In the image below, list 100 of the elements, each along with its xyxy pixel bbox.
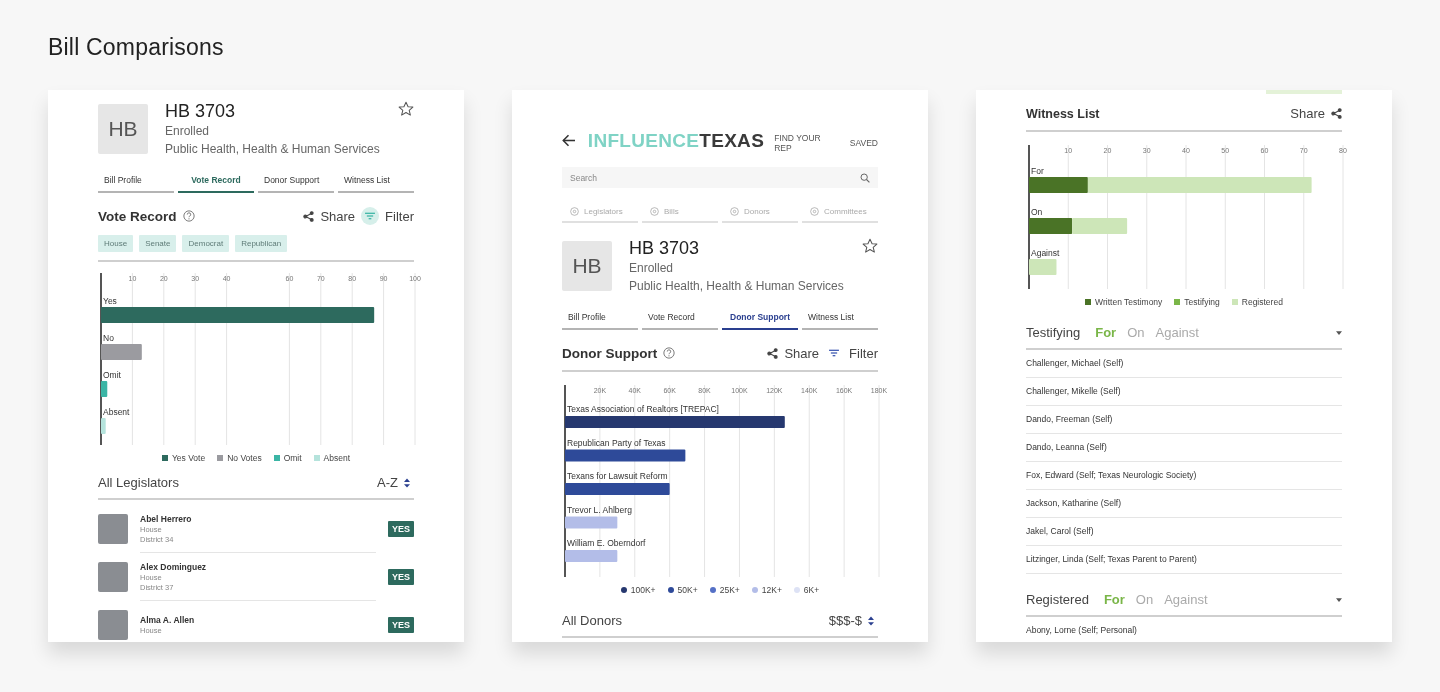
witness-name[interactable]: Dando, Leanna (Self)	[1026, 434, 1342, 462]
vote-badge: YES	[388, 521, 414, 537]
y-tick-label: Republican Party of Texas	[567, 437, 666, 448]
bill-avatar: HB	[98, 104, 148, 154]
search-field[interactable]: Search	[562, 167, 878, 188]
sort-icon[interactable]	[404, 477, 410, 488]
legend-label: 25K+	[719, 585, 740, 595]
witness-name[interactable]: Fox, Edward (Self; Texas Neurologic Society)	[1026, 462, 1342, 490]
photo-placeholder	[98, 610, 128, 640]
y-tick-label: William E. Oberndorf	[567, 538, 647, 548]
filter-label[interactable]: Filter	[385, 208, 414, 224]
bill-status: Enrolled	[165, 123, 211, 140]
legend-label: Registered	[1241, 297, 1283, 307]
nav-icon	[810, 207, 819, 216]
share-label[interactable]: Share	[784, 345, 820, 361]
bar	[565, 550, 618, 562]
legend-label: No Votes	[227, 453, 262, 463]
filter-chip[interactable]: Democrat	[182, 235, 230, 252]
y-tick-label: Against	[1031, 248, 1060, 258]
help-icon[interactable]	[663, 347, 676, 359]
legend-label: 12K+	[761, 585, 782, 595]
photo-placeholder	[98, 514, 128, 544]
legend-swatch	[1231, 299, 1238, 305]
legislator-name[interactable]: Abel Herrero	[140, 512, 376, 525]
legend-swatch	[1085, 299, 1092, 305]
section-title: Witness List	[1026, 106, 1100, 121]
tab[interactable]: Vote Record	[178, 175, 254, 193]
y-tick-label: Texans for Lawsuit Reform	[567, 471, 668, 481]
logo[interactable]: INFLUENCETEXAS	[587, 129, 765, 152]
filter-chip[interactable]: Senate	[139, 235, 177, 252]
section-title: Vote Record	[98, 208, 177, 224]
legend-swatch	[667, 587, 674, 593]
legend-label: 6K+	[803, 585, 820, 595]
bar	[565, 516, 618, 529]
y-tick-label: On	[1031, 207, 1043, 217]
tab[interactable]: Bill Profile	[98, 175, 174, 193]
bar	[565, 483, 670, 495]
legend-label: Testifying	[1184, 297, 1220, 307]
group-title: Registered	[1026, 592, 1089, 607]
group-title: Testifying	[1026, 325, 1081, 340]
legend-swatch	[709, 587, 716, 593]
share-icon[interactable]	[767, 347, 779, 359]
legend-swatch	[751, 587, 758, 593]
section-title: Donor Support	[562, 345, 658, 361]
y-tick-label: Trevor L. Ahlberg	[567, 504, 633, 515]
filter-label[interactable]: Filter	[849, 345, 878, 361]
sort-label[interactable]: A-Z	[377, 475, 398, 490]
tab[interactable]: Witness List	[802, 312, 878, 330]
sort-label[interactable]: $$$-$	[828, 613, 862, 628]
bill-subject: Public Health, Health & Human Services	[629, 278, 845, 295]
legislator-name[interactable]: Alma A. Allen	[140, 613, 376, 626]
help-icon[interactable]	[182, 210, 195, 222]
share-label[interactable]: Share	[1290, 106, 1325, 121]
witness-name[interactable]: Abony, Lorne (Self; Personal)	[1026, 617, 1342, 642]
legend-swatch	[217, 455, 224, 461]
witness-name[interactable]: Dando, Freeman (Self)	[1026, 406, 1342, 434]
bill-number: HB 3703	[629, 237, 701, 259]
sort-icon[interactable]	[868, 615, 874, 626]
dropdown-caret-icon[interactable]	[1336, 597, 1342, 602]
star-icon[interactable]	[862, 238, 878, 254]
legend-swatch	[1174, 299, 1181, 305]
y-tick-label: Omit	[103, 370, 122, 380]
legend-label: Written Testimony	[1095, 297, 1163, 307]
share-label[interactable]: Share	[320, 208, 356, 224]
filter-chip[interactable]: Republican	[235, 235, 288, 252]
tab[interactable]: Donor Support	[722, 312, 798, 330]
legend-label: Absent	[323, 453, 351, 463]
photo-placeholder	[98, 562, 128, 592]
tab[interactable]: Witness List	[338, 175, 414, 193]
witness-name[interactable]: Challenger, Michael (Self)	[1026, 350, 1342, 378]
witness-name[interactable]: Challenger, Mikelle (Self)	[1026, 378, 1342, 406]
nav-link[interactable]: FIND YOUR REP	[774, 133, 840, 153]
page-title: Bill Comparisons	[48, 33, 225, 62]
filter-chip[interactable]: House	[98, 235, 134, 252]
search-icon[interactable]	[860, 172, 870, 183]
legislator-name[interactable]: Alex Dominguez	[140, 560, 376, 573]
witness-name[interactable]: Jackson, Katharine (Self)	[1026, 490, 1342, 518]
nav-icon	[570, 207, 579, 216]
witness-name[interactable]: Jakel, Carol (Self)	[1026, 518, 1342, 546]
bill-number: HB 3703	[165, 100, 237, 122]
legend-label: Omit	[283, 453, 302, 463]
back-arrow-icon[interactable]	[562, 134, 576, 147]
legend-swatch	[620, 587, 627, 593]
y-tick-label: Yes	[103, 296, 117, 306]
tab[interactable]: Vote Record	[642, 312, 718, 330]
share-icon[interactable]	[1331, 108, 1342, 119]
bar	[565, 449, 686, 462]
vote-badge: YES	[388, 617, 414, 633]
nav-link[interactable]: SAVED	[849, 138, 878, 148]
bill-status: Enrolled	[629, 260, 675, 277]
y-tick-label: No	[103, 333, 115, 343]
list-title: All Legislators	[98, 475, 179, 490]
list-title: All Donors	[562, 613, 622, 628]
tab[interactable]: Bill Profile	[562, 312, 638, 330]
tab[interactable]: Donor Support	[258, 175, 334, 193]
dropdown-caret-icon[interactable]	[1336, 330, 1342, 335]
legend-swatch	[793, 587, 800, 593]
star-icon[interactable]	[398, 101, 414, 117]
share-icon[interactable]	[303, 210, 315, 222]
witness-name[interactable]: Litzinger, Linda (Self; Texas Parent to Parent)	[1026, 546, 1342, 574]
